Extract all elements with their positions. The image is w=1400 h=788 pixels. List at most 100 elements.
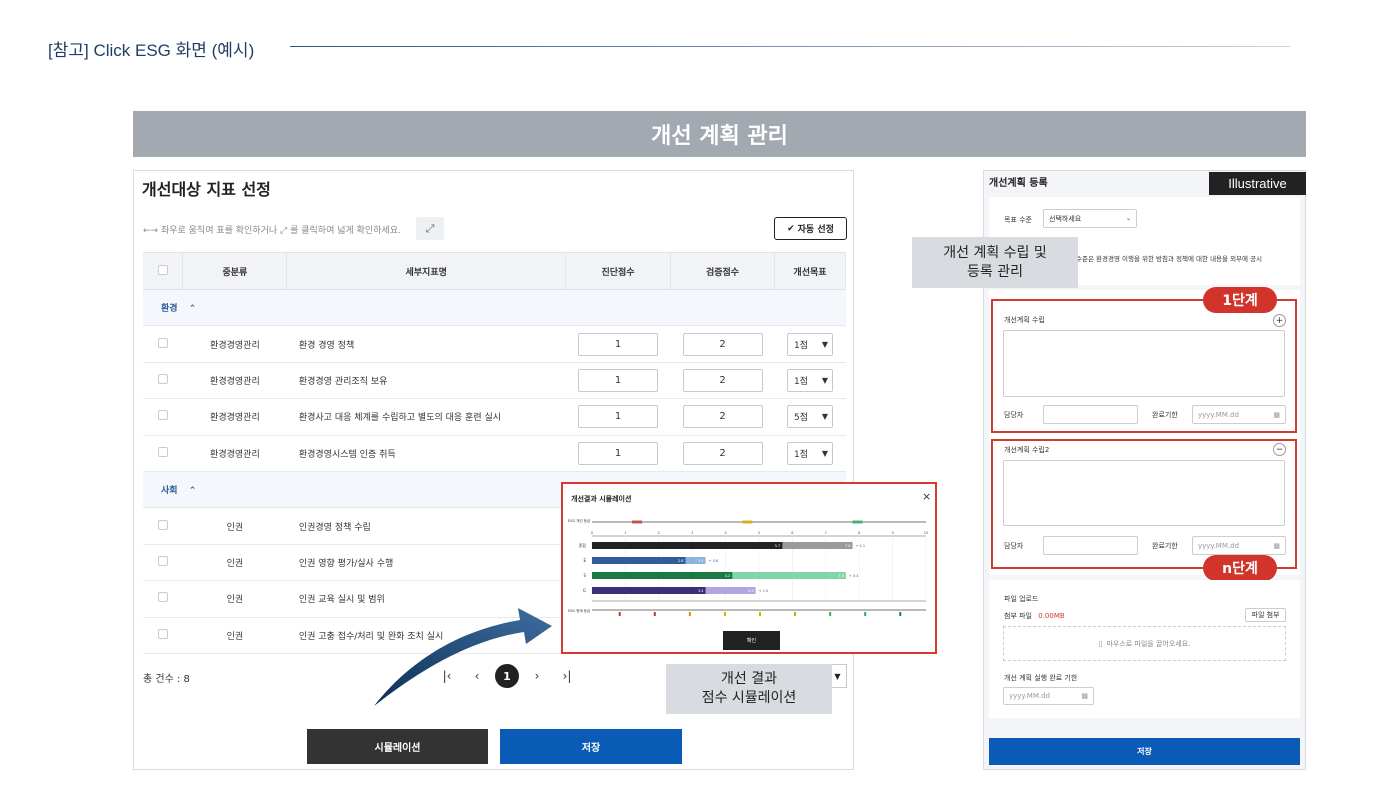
row-checkbox[interactable] xyxy=(157,337,168,348)
chevron-down-icon: ▼ xyxy=(821,412,828,422)
expand-icon[interactable]: ⤢ xyxy=(416,217,444,240)
chevron-down-icon: ▼ xyxy=(821,339,828,349)
bar-current xyxy=(592,557,686,564)
row-checkbox[interactable] xyxy=(157,628,168,639)
diag-score-input[interactable]: 1 xyxy=(578,332,659,356)
goal-select[interactable]: 1점 ▼ xyxy=(786,332,833,356)
verify-score-input[interactable]: 2 xyxy=(682,441,763,465)
check-icon: ✔ xyxy=(787,223,795,234)
register-save-button[interactable]: 저장 xyxy=(989,738,1300,765)
attach-size: 0.00MB xyxy=(1038,612,1065,620)
simulate-button[interactable]: 시뮬레이션 xyxy=(307,729,488,764)
save-button[interactable]: 저장 xyxy=(500,729,682,764)
bar-current xyxy=(592,587,706,594)
delta-label: + 2.1 xyxy=(856,544,866,548)
close-icon[interactable]: × xyxy=(922,490,931,503)
header-checkbox[interactable] xyxy=(143,252,184,290)
row-checkbox[interactable] xyxy=(157,446,168,457)
deadline-label: 완료기한 xyxy=(1152,542,1178,550)
delta-label: + 0.6 xyxy=(709,559,719,563)
row-checkbox[interactable] xyxy=(157,592,168,603)
remove-plan-icon[interactable]: − xyxy=(1273,443,1286,456)
row-indicator: 환경사고 대응 체계를 수립하고 별도의 대응 훈련 실시 xyxy=(286,398,566,436)
plan1-label: 개선계획 수립 xyxy=(1004,316,1045,324)
diag-score-input[interactable]: 1 xyxy=(578,368,659,392)
illustrative-badge: Illustrative xyxy=(1209,172,1306,195)
grade-tick xyxy=(864,612,867,616)
grade-tick xyxy=(794,612,797,616)
goal-select[interactable]: 1점 ▼ xyxy=(786,441,833,465)
auto-select-button[interactable]: ✔ 자동 선정 xyxy=(774,217,847,240)
grade-tick xyxy=(829,612,832,616)
callout-line: 개선 결과 xyxy=(721,671,777,688)
section-banner: 개선 계획 관리 xyxy=(133,111,1306,157)
chevron-down-icon: ⌄ xyxy=(1125,215,1131,222)
chevron-down-icon: ▼ xyxy=(821,448,828,458)
header-verify-score: 검증점수 xyxy=(670,252,775,290)
chevron-up-icon: ⌃ xyxy=(188,486,197,497)
header-goal: 개선목표 xyxy=(774,252,847,290)
esg-top-label: ESG 개선 등급 xyxy=(568,518,591,523)
x-tick-label: 4 xyxy=(724,531,727,535)
row-indicator: 환경경영시스템 인증 취득 xyxy=(286,435,566,472)
bar-value: 2.8 xyxy=(678,559,684,563)
x-tick-label: 2 xyxy=(658,531,660,535)
add-plan-icon[interactable]: + xyxy=(1273,314,1286,327)
owner-label: 담당자 xyxy=(1004,542,1024,550)
confirm-button[interactable]: 확인 xyxy=(723,631,780,650)
upload-title: 파일 업로드 xyxy=(1004,595,1039,603)
register-callout: 개선 계획 수립 및 등록 관리 xyxy=(912,237,1078,288)
goal-select[interactable]: 5점 ▼ xyxy=(786,405,833,429)
callout-line: 점수 시뮬레이션 xyxy=(701,690,797,706)
esg-bottom-label: ESG 현재 등급 xyxy=(568,608,591,613)
panel-title: 개선계획 등록 xyxy=(989,178,1048,189)
diag-score-input[interactable]: 1 xyxy=(578,441,659,465)
chevron-down-icon: ▼ xyxy=(821,375,828,385)
deadline-input[interactable]: yyyy.MM.dd ▦ xyxy=(1192,405,1286,424)
row-indicator: 환경경영 관리조직 보유 xyxy=(286,362,566,400)
row-category: 환경경영관리 xyxy=(182,325,287,363)
row-indicator: 인권 영향 평가/실사 수행 xyxy=(286,544,566,582)
category-label: E xyxy=(583,558,586,563)
x-tick-label: 5 xyxy=(758,531,760,535)
grade-marker xyxy=(632,520,643,524)
bar-value: 3.4 xyxy=(698,559,704,563)
table-header-row: 중분류 세부지표명 진단점수 검증점수 개선목표 xyxy=(143,252,847,290)
arrow-icon xyxy=(374,608,552,706)
goal-label: 목표 수준 xyxy=(1004,216,1032,224)
delta-label: + 1.5 xyxy=(759,589,769,593)
diag-score-input[interactable]: 1 xyxy=(578,405,659,429)
bar-value: 5.7 xyxy=(775,544,781,548)
callout-line: 등록 관리 xyxy=(967,263,1023,280)
owner-input[interactable] xyxy=(1043,536,1138,555)
done-deadline-input[interactable]: yyyy.MM.dd ▦ xyxy=(1003,687,1094,705)
row-checkbox[interactable] xyxy=(157,555,168,566)
row-checkbox[interactable] xyxy=(157,373,168,384)
plan2-textarea[interactable] xyxy=(1003,460,1285,526)
verify-score-input[interactable]: 2 xyxy=(682,405,763,429)
verify-score-input[interactable]: 2 xyxy=(682,368,763,392)
goal-select[interactable]: 1점 ▼ xyxy=(786,368,833,392)
bar-value: 4.9 xyxy=(748,589,754,593)
row-category: 환경경영관리 xyxy=(182,435,287,472)
attach-file-button[interactable]: 파일 첨부 xyxy=(1245,608,1286,622)
header-diag-score: 진단점수 xyxy=(565,252,672,290)
row-checkbox[interactable] xyxy=(157,519,168,530)
chevron-up-icon: ⌃ xyxy=(188,304,197,315)
total-count: 총 건수 : 8 xyxy=(143,674,190,685)
popup-title: 개선결과 시뮬레이션 xyxy=(571,495,632,503)
row-indicator: 환경 경영 정책 xyxy=(286,325,566,363)
caption-divider xyxy=(290,46,1290,47)
attach-label: 첨부 파일 0.00MB xyxy=(1004,612,1065,620)
plan1-textarea[interactable] xyxy=(1003,330,1285,397)
deadline-input[interactable]: yyyy.MM.dd ▦ xyxy=(1192,536,1286,555)
owner-input[interactable] xyxy=(1043,405,1138,424)
bar-value: 4.2 xyxy=(725,574,731,578)
file-dropzone[interactable]: ▯ 마우스로 파일을 끌어오세요. xyxy=(1003,626,1286,661)
row-checkbox[interactable] xyxy=(157,410,168,421)
bar-value: 3.4 xyxy=(698,589,704,593)
goal-select[interactable]: 선택하세요 ⌄ xyxy=(1043,209,1137,228)
verify-score-input[interactable]: 2 xyxy=(682,332,763,356)
category-label: 종합 xyxy=(579,542,587,548)
group-row-environment[interactable]: 환경 ⌃ xyxy=(143,289,846,327)
